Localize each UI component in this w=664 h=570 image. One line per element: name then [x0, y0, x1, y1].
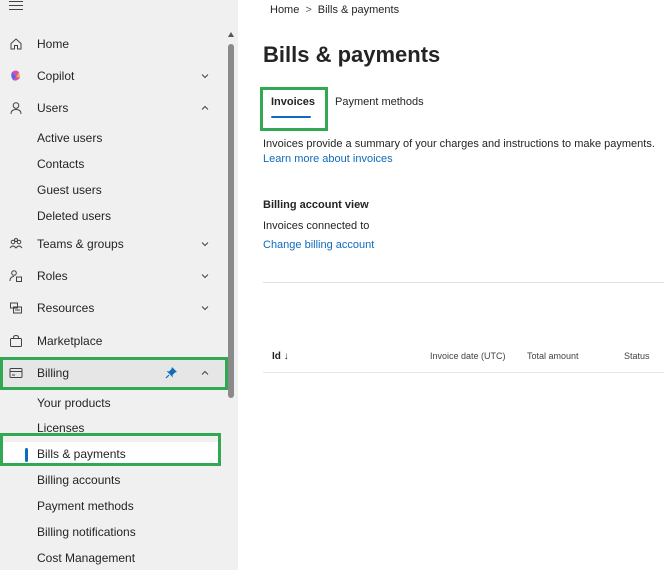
table-header-divider	[263, 372, 664, 373]
active-tab-indicator	[271, 116, 311, 118]
copilot-icon	[9, 69, 23, 83]
breadcrumb-home[interactable]: Home	[270, 4, 299, 16]
page-title: Bills & payments	[263, 42, 441, 67]
sidebar-item-teams-groups[interactable]: Teams & groups	[0, 231, 228, 257]
sidebar-item-label: Roles	[37, 269, 68, 283]
sidebar-nav: Home Copilot Users Active users Contacts	[0, 0, 238, 570]
sidebar-item-users[interactable]: Users	[0, 95, 228, 121]
pin-icon[interactable]	[165, 366, 178, 379]
sidebar-subitem-label: Your products	[37, 396, 111, 410]
chevron-up-icon	[199, 102, 211, 114]
chevron-down-icon	[199, 238, 211, 250]
sidebar-subitem-licenses[interactable]: Licenses	[0, 416, 228, 440]
invoices-connected-text: Invoices connected to	[263, 220, 370, 232]
learn-more-link[interactable]: Learn more about invoices	[263, 153, 393, 165]
sidebar-item-home[interactable]: Home	[0, 31, 228, 57]
column-header-total-amount[interactable]: Total amount	[527, 351, 579, 361]
sidebar-item-resources[interactable]: Resources	[0, 295, 228, 321]
breadcrumb: Home > Bills & payments	[270, 4, 399, 16]
sidebar-item-roles[interactable]: Roles	[0, 263, 228, 289]
sidebar-subitem-billing-notifications[interactable]: Billing notifications	[0, 520, 228, 544]
column-header-status[interactable]: Status	[624, 351, 650, 361]
invoices-description: Invoices provide a summary of your charg…	[263, 138, 655, 150]
sidebar-item-billing[interactable]: Billing	[0, 358, 228, 388]
main-content: Home > Bills & payments Bills & payments I…	[238, 0, 664, 570]
hamburger-menu-icon[interactable]	[9, 1, 23, 11]
section-divider	[263, 282, 664, 283]
person-key-icon	[9, 269, 23, 283]
chevron-down-icon	[199, 270, 211, 282]
people-team-icon	[9, 237, 23, 251]
sidebar-item-copilot[interactable]: Copilot	[0, 63, 228, 89]
sidebar-item-label: Copilot	[37, 69, 75, 83]
sidebar-subitem-label: Billing notifications	[37, 525, 136, 539]
sidebar-item-marketplace[interactable]: Marketplace	[0, 328, 228, 354]
billing-card-icon	[9, 366, 23, 380]
sidebar-subitem-bills-payments[interactable]: Bills & payments	[0, 442, 218, 466]
sidebar-item-label: Teams & groups	[37, 237, 124, 251]
chevron-down-icon	[199, 302, 211, 314]
chevron-up-icon	[199, 367, 211, 379]
column-header-invoice-date[interactable]: Invoice date (UTC)	[430, 351, 506, 361]
billing-account-view-heading: Billing account view	[263, 199, 369, 211]
sidebar-subitem-label: Payment methods	[37, 499, 134, 513]
sidebar-subitem-cost-management[interactable]: Cost Management	[0, 546, 228, 570]
sidebar-subitem-payment-methods[interactable]: Payment methods	[0, 494, 228, 518]
sidebar-item-label: Resources	[37, 301, 95, 315]
sidebar-scrollbar-thumb[interactable]	[228, 44, 234, 398]
person-icon	[9, 101, 23, 115]
sidebar-item-label: Marketplace	[37, 334, 103, 348]
sidebar-subitem-label: Licenses	[37, 421, 85, 435]
column-header-id[interactable]: Id ↓	[272, 351, 289, 362]
change-billing-account-link[interactable]: Change billing account	[263, 239, 374, 251]
sidebar-subitem-label: Contacts	[37, 157, 85, 171]
sidebar-subitem-guest-users[interactable]: Guest users	[0, 178, 228, 202]
sidebar-item-label: Users	[37, 101, 69, 115]
sidebar-subitem-label: Active users	[37, 131, 103, 145]
sidebar-subitem-your-products[interactable]: Your products	[0, 391, 228, 415]
sidebar-subitem-active-users[interactable]: Active users	[0, 126, 228, 150]
resources-icon	[9, 301, 23, 315]
chevron-down-icon	[199, 70, 211, 82]
scroll-up-arrow-icon[interactable]	[228, 32, 234, 37]
sidebar-subitem-deleted-users[interactable]: Deleted users	[0, 204, 228, 228]
sidebar-subitem-label: Guest users	[37, 183, 102, 197]
tab-invoices[interactable]: Invoices	[271, 96, 315, 108]
shopping-bag-icon	[9, 334, 23, 348]
sidebar-subitem-label: Deleted users	[37, 209, 112, 223]
selected-indicator	[25, 448, 28, 462]
sidebar-subitem-billing-accounts[interactable]: Billing accounts	[0, 468, 228, 492]
sidebar-subitem-label: Bills & payments	[37, 447, 126, 461]
breadcrumb-separator: >	[305, 4, 312, 16]
home-icon	[9, 37, 23, 51]
sidebar-subitem-label: Billing accounts	[37, 473, 121, 487]
breadcrumb-current: Bills & payments	[317, 4, 400, 16]
sidebar-subitem-contacts[interactable]: Contacts	[0, 152, 228, 176]
sidebar-item-label: Billing	[37, 366, 70, 380]
sidebar-item-label: Home	[37, 37, 70, 51]
sidebar-subitem-label: Cost Management	[37, 551, 136, 565]
tab-payment-methods[interactable]: Payment methods	[335, 96, 424, 108]
